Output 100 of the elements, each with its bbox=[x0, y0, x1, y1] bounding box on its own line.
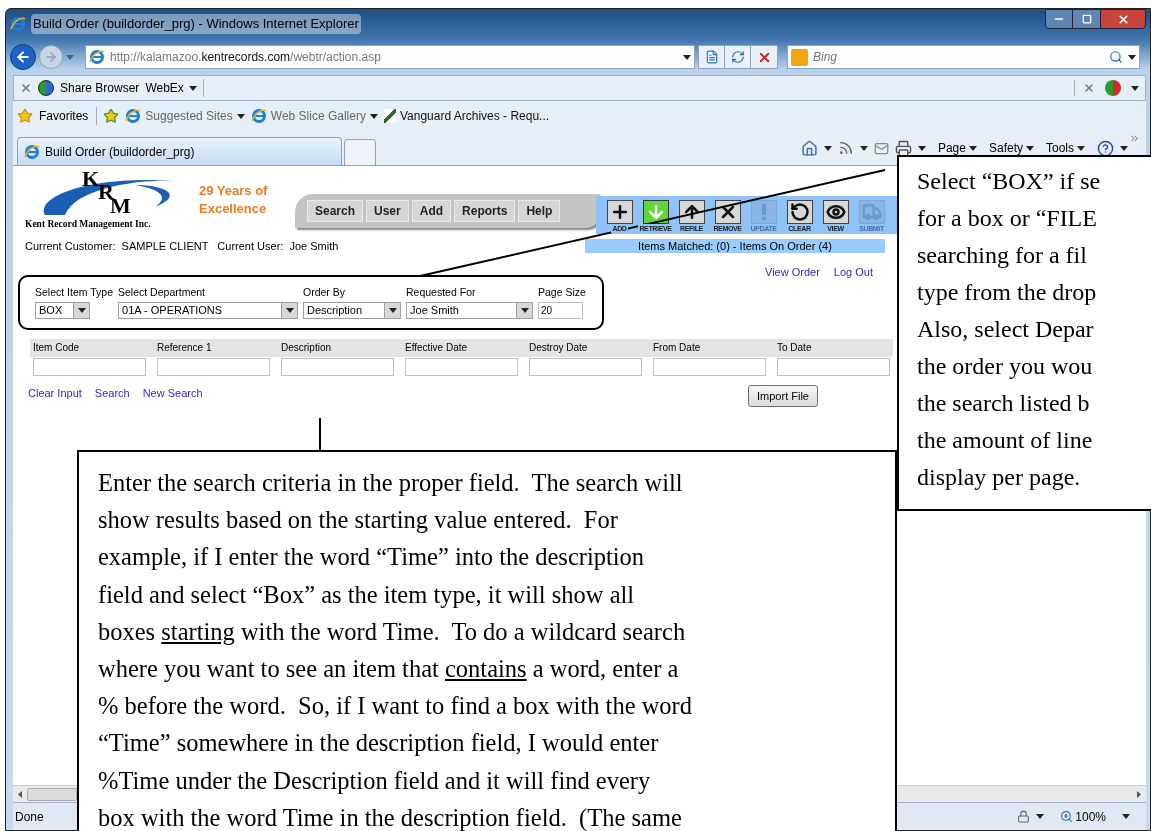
browser-icon bbox=[10, 16, 26, 32]
maximize-icon bbox=[1081, 14, 1092, 24]
caret-icon bbox=[188, 85, 197, 91]
criteria-label: Item Code bbox=[33, 341, 81, 355]
stop-button[interactable] bbox=[751, 45, 778, 69]
search-field[interactable]: Bing bbox=[787, 45, 1140, 69]
tagline: 29 Years of bbox=[199, 182, 269, 200]
scrollbar-thumb[interactable] bbox=[27, 787, 77, 801]
caret-icon bbox=[1036, 814, 1045, 819]
toolbar-menu[interactable]: Page bbox=[937, 139, 977, 157]
caret-icon bbox=[1131, 85, 1139, 91]
customer-info: Current Customer: SAMPLE CLIENT Current User: Joe Smith bbox=[25, 238, 340, 254]
callout-text: Enter the search criteria in the proper field. The search will show results based on the starting value entered. For example, if I enter the word “Time” into the description field and select “Box” as the item type, it will show all boxes starting with the word Time. To do a wildcard search where you want to see an item that contains a word, enter a % before the word. So, if I want to find a box with the word “Time” somewhere in the description field, I would enter %Time under the Description field and it will find every box with the word Time in the description field. (The same bbox=[98, 468, 693, 831]
action-link[interactable]: Clear Input bbox=[28, 385, 82, 402]
favorites-menu[interactable]: Web Slice Gallery bbox=[250, 107, 378, 125]
toolbar-menu[interactable]: Safety bbox=[988, 139, 1034, 157]
close-icon bbox=[1116, 12, 1130, 26]
exclamation-icon bbox=[761, 204, 766, 220]
close-icon[interactable] bbox=[20, 82, 32, 94]
minimize-button[interactable] bbox=[1045, 9, 1073, 29]
truck-icon bbox=[861, 202, 882, 222]
nav-tab[interactable]: Add bbox=[411, 200, 452, 222]
home-icon[interactable] bbox=[800, 139, 818, 157]
criteria-label: Description bbox=[281, 341, 333, 355]
caret-icon bbox=[285, 307, 294, 313]
caret-icon bbox=[1077, 145, 1085, 151]
globe-icon bbox=[38, 80, 54, 96]
zoom-button[interactable]: 100% bbox=[1060, 807, 1106, 826]
browser-tab[interactable]: Build Order (buildorder_prg) bbox=[17, 137, 342, 165]
more-icon[interactable] bbox=[1129, 133, 1140, 144]
favorites-link[interactable]: Vanguard Archives - Requ... bbox=[383, 107, 550, 125]
criteria-field[interactable] bbox=[405, 358, 518, 376]
browser-icon bbox=[24, 143, 40, 160]
new-tab-button[interactable] bbox=[344, 139, 376, 165]
back-button[interactable] bbox=[10, 44, 36, 70]
window-title: Build Order (buildorder_prg) - Windows Internet Explorer bbox=[31, 14, 361, 34]
dropdown[interactable]: 01A - OPERATIONS bbox=[118, 301, 298, 319]
criteria-field[interactable] bbox=[777, 358, 890, 376]
criteria-field[interactable] bbox=[157, 358, 270, 376]
action-link[interactable]: Search bbox=[94, 385, 130, 402]
browser-icon bbox=[89, 49, 105, 65]
caret-icon bbox=[823, 145, 832, 151]
caret-icon bbox=[1026, 145, 1034, 151]
help-icon[interactable] bbox=[1097, 139, 1114, 157]
caret-icon[interactable] bbox=[66, 54, 74, 60]
scroll-left-icon[interactable] bbox=[18, 790, 22, 798]
caret-icon bbox=[968, 145, 977, 151]
criteria-field[interactable] bbox=[281, 358, 394, 376]
security-icon[interactable] bbox=[1017, 810, 1031, 823]
nav-tab[interactable]: Search bbox=[307, 200, 364, 222]
criteria-label: Reference 1 bbox=[157, 341, 213, 355]
share-browser-button[interactable]: Share Browser bbox=[60, 79, 140, 97]
caret-icon bbox=[859, 145, 868, 151]
close-icon[interactable] bbox=[1083, 82, 1095, 94]
nav-tab[interactable]: User bbox=[366, 200, 409, 222]
option-label: Select Item Type bbox=[35, 285, 113, 300]
dropdown[interactable]: Description bbox=[303, 301, 401, 319]
criteria-field[interactable] bbox=[33, 358, 146, 376]
rss-icon[interactable] bbox=[837, 140, 854, 156]
maximize-button[interactable] bbox=[1073, 9, 1100, 29]
favorites-button[interactable]: Favorites bbox=[39, 107, 98, 125]
nav-tab[interactable]: Reports bbox=[454, 200, 516, 222]
search-icon[interactable] bbox=[1109, 50, 1123, 64]
mail-icon[interactable] bbox=[873, 140, 889, 156]
caret-icon bbox=[1128, 54, 1136, 60]
dropdown[interactable]: Joe Smith bbox=[406, 301, 533, 319]
toolbar-menu[interactable]: Tools bbox=[1046, 139, 1085, 157]
page-size-field[interactable]: 20 bbox=[538, 301, 583, 319]
criteria-field[interactable] bbox=[529, 358, 642, 376]
caret-icon bbox=[683, 54, 691, 60]
compatibility-button[interactable] bbox=[698, 45, 725, 69]
refresh-icon bbox=[730, 50, 745, 64]
refresh-button[interactable] bbox=[725, 45, 751, 69]
forward-arrow-icon bbox=[44, 50, 58, 64]
page-icon bbox=[704, 50, 719, 64]
caret-icon bbox=[77, 307, 86, 313]
action-link[interactable]: New Search bbox=[142, 385, 203, 402]
dropdown[interactable]: BOX bbox=[35, 301, 90, 319]
add-favorite-icon[interactable] bbox=[103, 108, 120, 124]
eye-icon bbox=[825, 202, 846, 222]
webex-menu[interactable]: WebEx bbox=[145, 79, 204, 97]
address-field[interactable]: http://kalamazoo.kentrecords.com/webtr/action.asp bbox=[85, 45, 695, 69]
option-label: Page Size bbox=[538, 285, 586, 300]
browser-icon bbox=[125, 108, 142, 124]
favorites-menu[interactable]: Suggested Sites bbox=[125, 107, 245, 125]
header-link[interactable]: View Order bbox=[765, 264, 820, 278]
import-file-button[interactable]: Import File bbox=[748, 385, 818, 407]
items-status: Items Matched: (0) - Items On Order (4) bbox=[585, 239, 885, 253]
caret-icon bbox=[917, 145, 926, 151]
close-button[interactable] bbox=[1100, 9, 1146, 29]
header-link[interactable]: Log Out bbox=[833, 264, 873, 278]
globe-icon[interactable] bbox=[1105, 80, 1121, 96]
criteria-label: From Date bbox=[653, 341, 702, 355]
bing-icon bbox=[791, 48, 808, 66]
caret-icon bbox=[388, 307, 397, 313]
criteria-label: Destroy Date bbox=[529, 341, 589, 355]
scroll-right-icon[interactable] bbox=[1137, 790, 1141, 798]
criteria-label: To Date bbox=[777, 341, 813, 355]
criteria-field[interactable] bbox=[653, 358, 766, 376]
nav-tab[interactable]: Help bbox=[518, 200, 561, 222]
